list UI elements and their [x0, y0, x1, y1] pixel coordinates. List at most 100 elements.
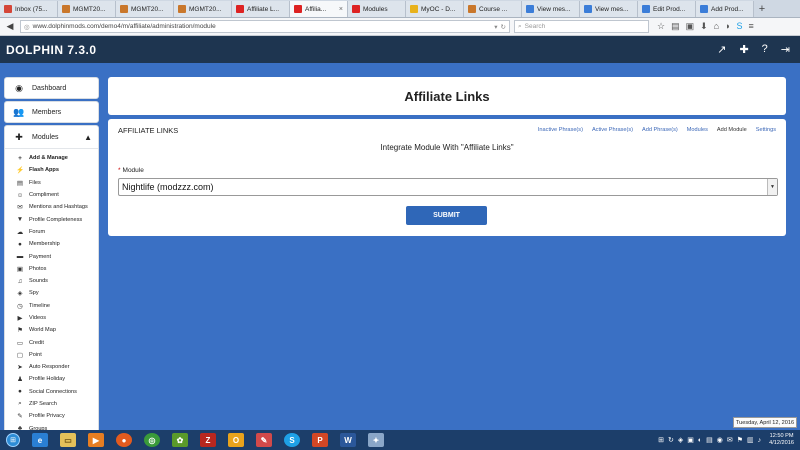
browser-tab[interactable]: Edit Prod... [638, 1, 696, 17]
module-icon: ✉ [17, 204, 23, 212]
taskbar-ie-icon[interactable]: e [26, 430, 54, 450]
sidebar-module-item[interactable]: ◈ Spy [5, 287, 98, 299]
puzzle-icon[interactable]: ✚ [739, 43, 748, 56]
taskbar-powerpoint-icon[interactable]: P [306, 430, 334, 450]
tray-volume-icon[interactable]: ♪ [758, 437, 762, 444]
card-nav-link[interactable]: Add Phrase(s) [642, 127, 678, 133]
tray-shield-icon[interactable]: ◈ [678, 436, 683, 444]
sidebar-item-dashboard[interactable]: ◉ Dashboard [4, 77, 99, 99]
lock-icon[interactable]: ▣ [686, 21, 695, 32]
menu-icon[interactable]: ≡ [749, 21, 754, 32]
sidebar-module-item[interactable]: ● Social Connections [5, 386, 98, 398]
sidebar-module-item[interactable]: ✉ Mentions and Hashtags [5, 201, 98, 213]
tab-favicon-icon [584, 5, 592, 13]
browser-tab[interactable]: View mes... [522, 1, 580, 17]
card-nav-link[interactable]: Inactive Phrase(s) [538, 127, 583, 133]
tray-network-icon[interactable]: ▥ [747, 436, 754, 444]
taskbar-clock[interactable]: 12:50 PM 4/12/2016 [769, 433, 794, 447]
sidebar-module-item[interactable]: ✎ Profile Privacy [5, 410, 98, 422]
tray-windows-icon[interactable]: ⊞ [658, 436, 664, 444]
browser-tab[interactable]: MGMT20... [174, 1, 232, 17]
reader-icon[interactable]: ▤ [671, 21, 680, 32]
sidebar-module-item[interactable]: ⌕ ZIP Search [5, 398, 98, 410]
dropdown-icon[interactable]: ▾ [494, 23, 497, 31]
search-bar[interactable]: ⌕ Search [514, 20, 649, 33]
browser-tab[interactable]: MGMT20... [116, 1, 174, 17]
browser-tab[interactable]: Inbox (75... [0, 1, 58, 17]
sidebar-module-item[interactable]: ▬ Payment [5, 250, 98, 262]
tray-flag-icon[interactable]: ⚑ [737, 436, 743, 444]
sidebar-module-item[interactable]: ▼ Profile Completeness [5, 213, 98, 225]
browser-tab[interactable]: MyOC - D... [406, 1, 464, 17]
card-nav-link[interactable]: Settings [756, 127, 776, 133]
sidebar-module-item[interactable]: ♫ Sounds [5, 275, 98, 287]
sidebar-module-item[interactable]: ● Membership [5, 238, 98, 250]
tray-sync-icon[interactable]: ↻ [668, 436, 674, 444]
sidebar-module-item[interactable]: ▶ Videos [5, 312, 98, 324]
home-icon[interactable]: ⌂ [714, 21, 719, 32]
address-bar[interactable]: ◎ www.dolphinmods.com/demo4/m/affiliate/… [20, 20, 510, 33]
taskbar-skype-icon[interactable]: S [278, 430, 306, 450]
sidebar-module-item[interactable]: ♣ Groups [5, 423, 98, 430]
card-nav-link[interactable]: Modules [687, 127, 708, 133]
taskbar-chrome-icon[interactable]: ◎ [138, 430, 166, 450]
taskbar-word-icon[interactable]: W [334, 430, 362, 450]
back-icon[interactable]: ◀ [4, 21, 16, 33]
download-icon[interactable]: ⬇ [700, 21, 708, 32]
taskbar-paint-icon[interactable]: ✎ [250, 430, 278, 450]
sidebar-module-item[interactable]: ☺ Compliment [5, 189, 98, 201]
help-icon[interactable]: ? [762, 43, 768, 56]
sidebar-module-item[interactable]: ☁ Forum [5, 226, 98, 238]
browser-tab[interactable]: Modules [348, 1, 406, 17]
close-tab-icon[interactable]: × [339, 6, 343, 13]
taskbar-outlook-icon[interactable]: O [222, 430, 250, 450]
tab-favicon-icon [120, 5, 128, 13]
taskbar-firefox-icon[interactable]: ● [110, 430, 138, 450]
star-icon[interactable]: ☆ [657, 21, 665, 32]
tray-app-icon[interactable]: ▤ [706, 436, 713, 444]
submit-button[interactable]: SUBMIT [406, 206, 487, 225]
sidebar-module-item[interactable]: ◷ Timeline [5, 300, 98, 312]
taskbar-frog-icon[interactable]: ✿ [166, 430, 194, 450]
logout-icon[interactable]: ⇥ [781, 43, 790, 56]
sidebar-item-members[interactable]: 👥 Members [4, 101, 99, 123]
sidebar-module-item[interactable]: ▤ Files [5, 177, 98, 189]
brand-title[interactable]: DOLPHIN 7.3.0 [6, 43, 97, 57]
sidebar-module-item[interactable]: ▣ Photos [5, 263, 98, 275]
browser-tab[interactable]: MGMT20... [58, 1, 116, 17]
card-nav-link[interactable]: Add Module [717, 127, 747, 133]
browser-tab[interactable]: Affilia... × [290, 1, 348, 17]
start-button[interactable]: ⊞ [0, 430, 26, 450]
card-nav-link[interactable]: Active Phrase(s) [592, 127, 633, 133]
new-tab-button[interactable]: + [754, 1, 770, 17]
tray-app-icon[interactable]: ◐ [698, 437, 702, 444]
taskbar-media-icon[interactable]: ▶ [82, 430, 110, 450]
tab-favicon-icon [468, 5, 476, 13]
skype-icon[interactable]: S [737, 21, 743, 32]
tray-app-icon[interactable]: ✉ [727, 436, 733, 444]
browser-tab[interactable]: Course ... [464, 1, 522, 17]
sidebar-module-item[interactable]: ➤ Auto Responder [5, 361, 98, 373]
sidebar-module-item[interactable]: ▢ Point [5, 349, 98, 361]
module-icon: ▶ [17, 315, 23, 322]
tray-app-icon[interactable]: ◉ [717, 436, 723, 444]
browser-tab[interactable]: Affiliate L... [232, 1, 290, 17]
sidebar-module-item[interactable]: ▭ Credit [5, 336, 98, 348]
sidebar-module-item[interactable]: ⚡ Flash Apps [5, 164, 98, 176]
browser-tab[interactable]: View mes... [580, 1, 638, 17]
external-link-icon[interactable]: ↗ [717, 43, 726, 56]
sidebar-module-item[interactable]: + Add & Manage [5, 152, 98, 164]
pocket-icon[interactable]: ◗ [725, 21, 730, 32]
sidebar-module-item[interactable]: ♟ Profile Holiday [5, 373, 98, 385]
browser-tab[interactable]: Add Prod... [696, 1, 754, 17]
taskbar-filezilla-icon[interactable]: Z [194, 430, 222, 450]
tray-app-icon[interactable]: ▣ [687, 436, 694, 444]
reload-icon[interactable]: ↻ [501, 23, 506, 31]
module-select[interactable]: Nightlife (modzzz.com) ▼ [118, 178, 778, 196]
taskbar-app-icon[interactable]: ✦ [362, 430, 390, 450]
sidebar-item-modules[interactable]: ✚ Modules ▲ [5, 126, 98, 148]
taskbar-explorer-icon[interactable]: ▭ [54, 430, 82, 450]
sidebar-module-item[interactable]: ⚑ World Map [5, 324, 98, 336]
select-arrow-icon[interactable]: ▼ [767, 179, 777, 195]
windows-logo-icon: ⊞ [6, 433, 20, 447]
